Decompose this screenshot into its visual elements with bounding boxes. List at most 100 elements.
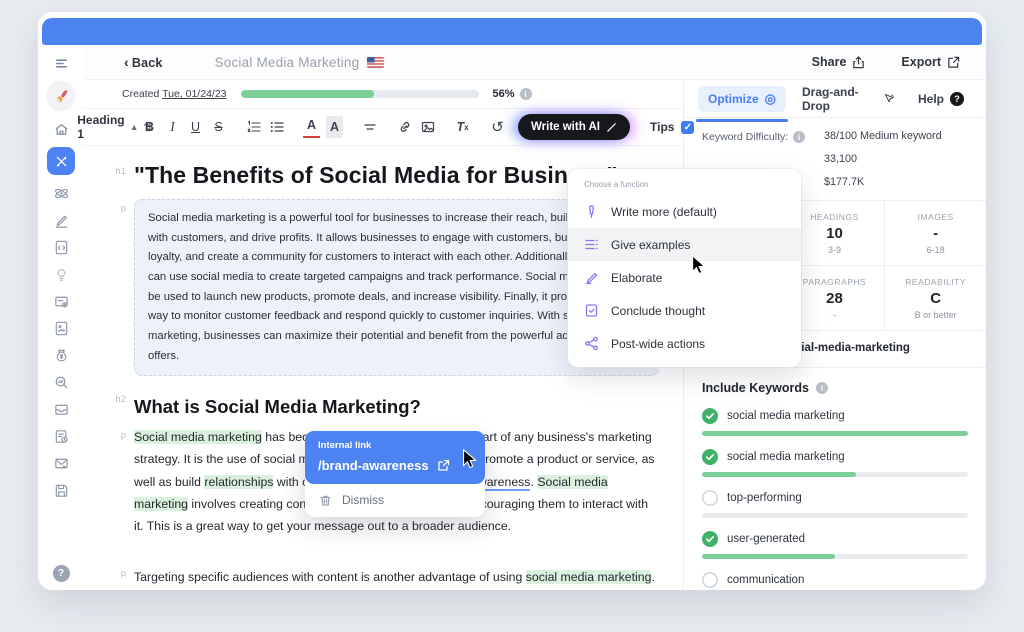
keyword-row[interactable]: top-performing	[702, 490, 968, 518]
external-link-icon	[437, 459, 450, 472]
target-icon: ◎	[765, 91, 776, 107]
rocket-logo[interactable]	[46, 81, 76, 111]
ordered-list-button[interactable]	[245, 116, 262, 138]
align-button[interactable]	[361, 116, 378, 138]
panel-tabs: Optimize◎ Drag-and-Drop Help?	[684, 80, 986, 118]
difficulty-value: 38/100 Medium keyword	[824, 130, 968, 142]
app-window: ? ‹Back Social Media Marketing Share Exp…	[38, 12, 986, 590]
sidebar-item-content-editor[interactable]	[47, 147, 75, 175]
share-nodes-icon	[584, 336, 599, 351]
keyword-highlight: Social media marketing	[134, 430, 262, 444]
export-button[interactable]: Export	[901, 55, 960, 69]
help-icon: ?	[950, 92, 964, 106]
write-icon[interactable]	[52, 211, 70, 229]
content-score-bar	[241, 90, 479, 98]
inbox-icon[interactable]	[52, 400, 70, 418]
menu-header: Choose a function	[568, 178, 801, 195]
check-circle-icon	[702, 408, 718, 424]
created-date: Created Tue, 01/24/23	[122, 88, 227, 100]
atom-icon[interactable]	[52, 184, 70, 202]
underline-button[interactable]: U	[187, 116, 204, 138]
stat-cell-readability: READABILITYCB or better	[885, 266, 986, 330]
report-icon[interactable]	[52, 427, 70, 445]
internal-link-popup: Internal link /brand-awareness Dismiss	[305, 431, 485, 517]
us-flag-icon	[367, 57, 384, 68]
block-tag-label: p	[100, 199, 126, 390]
keyword-row[interactable]: communication	[702, 572, 968, 590]
sidebar-help-icon[interactable]: ?	[53, 565, 70, 582]
tab-optimize[interactable]: Optimize◎	[698, 86, 786, 112]
audit-search-icon[interactable]	[52, 373, 70, 391]
info-icon[interactable]: i	[816, 382, 828, 394]
style-select[interactable]: Heading 1▲⇅	[106, 116, 123, 138]
info-icon[interactable]: i	[520, 88, 532, 100]
image-button[interactable]	[419, 116, 436, 138]
keyword-row[interactable]: social media marketing	[702, 408, 968, 436]
cursor-pointer	[459, 448, 481, 470]
menu-icon[interactable]	[52, 54, 70, 72]
cursor-pointer	[688, 254, 710, 276]
bullet-list-button[interactable]	[268, 116, 285, 138]
undo-button[interactable]: ↺	[489, 116, 506, 138]
keyword-row[interactable]: social media marketing	[702, 449, 968, 477]
home-icon[interactable]	[52, 120, 70, 138]
window-top-bar	[42, 18, 982, 45]
content-score-percent: 56%i	[493, 88, 532, 100]
doc-status-bar: Created Tue, 01/24/23 56%i	[84, 79, 683, 109]
menu-item-post-wide-actions[interactable]: Post-wide actions	[568, 327, 801, 360]
include-keywords-title: Include Keywordsi	[702, 381, 968, 395]
pencil-icon	[584, 270, 599, 285]
trash-icon	[319, 494, 332, 507]
card-icon[interactable]	[52, 292, 70, 310]
share-icon	[852, 56, 865, 69]
menu-item-give-examples[interactable]: Give examples	[568, 228, 801, 261]
doc-code-icon[interactable]	[52, 238, 70, 256]
traffic-value: $177.7K	[824, 176, 968, 188]
internal-link-url[interactable]: /brand-awareness	[318, 458, 472, 473]
clear-format-button[interactable]: Tx	[454, 116, 471, 138]
search-volume-value: 33,100	[824, 153, 968, 165]
check-circle-icon	[702, 449, 718, 465]
idea-icon[interactable]	[52, 265, 70, 283]
note-check-icon	[584, 303, 599, 318]
doc-paragraph[interactable]: Targeting specific audiences with conten…	[134, 566, 659, 590]
link-button[interactable]	[396, 116, 413, 138]
ai-function-menu: Choose a function Write more (default) G…	[568, 169, 801, 367]
bold-button[interactable]: B	[141, 116, 158, 138]
money-bag-icon[interactable]	[52, 346, 70, 364]
highlight-button[interactable]: A	[326, 116, 343, 138]
keyword-highlight: social media marketing	[526, 570, 652, 584]
mail-icon[interactable]	[52, 454, 70, 472]
page-title[interactable]: Social Media Marketing	[215, 55, 385, 70]
info-icon[interactable]: i	[793, 131, 805, 143]
export-icon	[947, 56, 960, 69]
share-button[interactable]: Share	[812, 55, 866, 69]
doc-progress-fill	[241, 90, 374, 98]
dismiss-button[interactable]: Dismiss	[305, 484, 485, 517]
save-icon[interactable]	[52, 481, 70, 499]
menu-item-write-more[interactable]: Write more (default)	[568, 195, 801, 228]
empty-circle-icon	[702, 490, 718, 506]
back-button[interactable]: ‹Back	[124, 54, 163, 70]
block-tag-label: p	[100, 554, 126, 590]
write-with-ai-button[interactable]: Write with AI	[518, 114, 630, 140]
pen-nib-icon	[584, 204, 599, 219]
doc-heading-2[interactable]: What is Social Media Marketing?	[134, 396, 659, 418]
menu-item-elaborate[interactable]: Elaborate	[568, 261, 801, 294]
strikethrough-button[interactable]: S	[210, 116, 227, 138]
block-tag-label: p	[100, 426, 126, 554]
keyword-row[interactable]: user-generated	[702, 531, 968, 559]
text-color-button[interactable]: A	[303, 116, 320, 138]
empty-circle-icon	[702, 572, 718, 588]
stat-cell-images: IMAGES-6-18	[885, 201, 986, 266]
tab-drag-and-drop[interactable]: Drag-and-Drop	[794, 80, 902, 118]
pen-icon	[606, 122, 617, 133]
internal-link-title: Internal link	[318, 440, 472, 451]
menu-item-conclude-thought[interactable]: Conclude thought	[568, 294, 801, 327]
keyword-highlight: relationships	[204, 475, 273, 489]
doc-image-icon[interactable]	[52, 319, 70, 337]
chevron-left-icon: ‹	[124, 54, 129, 70]
tab-help[interactable]: Help?	[910, 87, 972, 111]
italic-button[interactable]: I	[164, 116, 181, 138]
format-toolbar: Heading 1▲⇅ B I U S A A	[84, 109, 683, 146]
